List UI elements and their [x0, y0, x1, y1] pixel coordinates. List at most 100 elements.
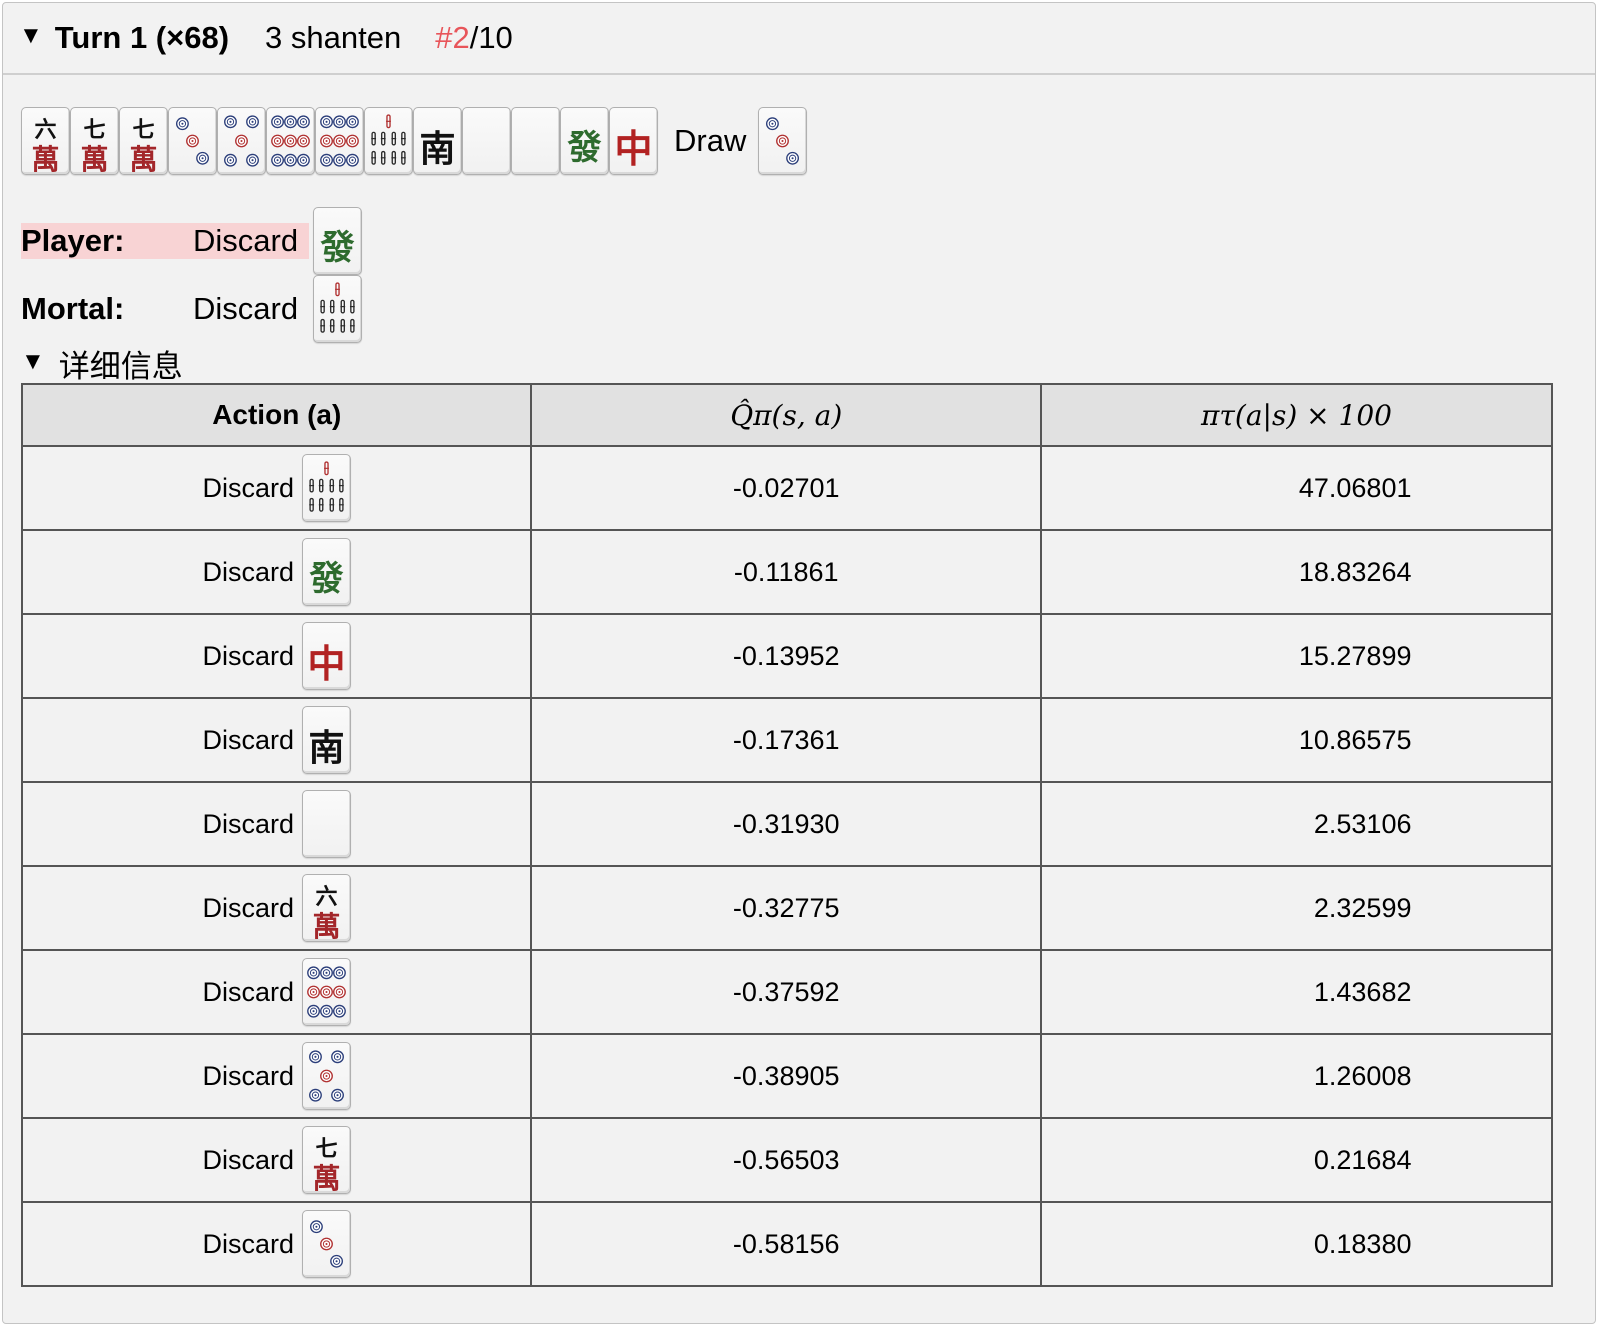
action-verb: Discard: [202, 556, 294, 587]
red-dragon-tile-icon: 中: [302, 622, 351, 690]
9-pin-tile-icon: [302, 958, 351, 1026]
collapse-triangle-icon[interactable]: ▼: [19, 22, 43, 50]
q-value-cell: -0.31930: [530, 781, 1042, 867]
mortal-tile-slot: [313, 275, 362, 343]
q-value-cell: -0.58156: [530, 1201, 1042, 1287]
6-man-tile-icon: 六萬: [21, 107, 70, 176]
action-table: Action (a) Q̂π(s, a) πτ(a|s) × 100 Disca…: [20, 383, 1554, 1287]
7-man-tile-icon: 七萬: [70, 107, 119, 176]
white-dragon-tile-icon: [511, 107, 560, 175]
table-row: Discard -0.31930 2.53106: [20, 781, 1554, 867]
player-label: Player:: [21, 223, 125, 258]
action-verb: Discard: [202, 1060, 294, 1091]
mortal-verb: Discard: [193, 291, 299, 326]
q-value-cell: -0.02701: [530, 445, 1042, 531]
policy-cell: 1.26008: [1039, 1033, 1554, 1119]
3-pin-tile-icon: [302, 1210, 351, 1278]
hand-tiles: 六萬七萬七萬 南 發中 Draw: [21, 107, 808, 176]
q-value-cell: -0.38905: [530, 1033, 1042, 1119]
7-man-tile-icon: 七萬: [119, 107, 168, 176]
action-verb: Discard: [202, 892, 294, 923]
draw-label: Draw: [674, 123, 747, 158]
q-value-cell: -0.56503: [530, 1117, 1042, 1203]
table-row: Discard -0.02701 47.06801: [20, 445, 1554, 531]
table-row: Discard 中 -0.13952 15.27899: [20, 613, 1554, 699]
white-dragon-tile-icon: [462, 107, 511, 175]
action-cell: Discard 中: [20, 613, 533, 699]
q-value-cell: -0.17361: [530, 697, 1042, 783]
south-wind-tile-icon: 南: [302, 706, 351, 774]
collapse-triangle-icon[interactable]: ▼: [21, 348, 45, 376]
8-sou-tile-icon: [364, 107, 413, 175]
policy-cell: 0.18380: [1039, 1201, 1554, 1287]
policy-cell: 18.83264: [1039, 529, 1554, 615]
action-verb: Discard: [202, 1144, 294, 1175]
header-action: Action (a): [20, 383, 533, 447]
action-cell: Discard 六萬: [20, 865, 533, 951]
9-pin-tile-icon: [315, 107, 364, 175]
details-label: 详细信息: [58, 349, 183, 384]
table-header-row: Action (a) Q̂π(s, a) πτ(a|s) × 100: [20, 383, 1554, 447]
action-verb: Discard: [202, 472, 294, 503]
action-cell: Discard 發: [20, 529, 533, 615]
shanten-label: 3 shanten: [265, 20, 402, 55]
policy-cell: 0.21684: [1039, 1117, 1554, 1203]
action-verb: Discard: [202, 640, 294, 671]
policy-cell: 47.06801: [1039, 445, 1554, 531]
policy-cell: 10.86575: [1039, 697, 1554, 783]
action-cell: Discard 七萬: [20, 1117, 533, 1203]
5-pin-tile-icon: [302, 1042, 351, 1110]
3-pin-tile-icon: [168, 107, 217, 175]
rank-label: #2/10: [435, 20, 513, 56]
table-row: Discard -0.37592 1.43682: [20, 949, 1554, 1035]
white-dragon-tile-icon: [302, 790, 351, 858]
action-cell: Discard: [20, 1033, 533, 1119]
table-row: Discard 南 -0.17361 10.86575: [20, 697, 1554, 783]
red-dragon-tile-icon: 中: [609, 107, 658, 175]
rank-total: /10: [469, 20, 513, 55]
q-value-cell: -0.11861: [530, 529, 1042, 615]
8-sou-tile-icon: [302, 454, 351, 522]
action-cell: Discard: [20, 445, 533, 531]
green-dragon-tile-icon: 發: [302, 538, 351, 606]
7-man-tile-icon: 七萬: [302, 1126, 351, 1195]
turn-summary[interactable]: ▼ Turn 1 (×68) 3 shanten #2/10: [3, 3, 1595, 75]
turn-panel: ▼ Turn 1 (×68) 3 shanten #2/10 六萬七萬七萬南發中…: [2, 2, 1596, 1324]
action-cell: Discard: [20, 781, 533, 867]
table-row: Discard 發 -0.11861 18.83264: [20, 529, 1554, 615]
policy-cell: 2.53106: [1039, 781, 1554, 867]
action-verb: Discard: [202, 724, 294, 755]
q-value-cell: -0.32775: [530, 865, 1042, 951]
6-man-tile-icon: 六萬: [302, 874, 351, 943]
9-pin-tile-icon: [266, 107, 315, 175]
action-cell: Discard 南: [20, 697, 533, 783]
turn-label: Turn 1 (×68): [54, 20, 230, 55]
policy-cell: 2.32599: [1039, 865, 1554, 951]
action-verb: Discard: [202, 1228, 294, 1259]
5-pin-tile-icon: [217, 107, 266, 175]
policy-cell: 1.43682: [1039, 949, 1554, 1035]
mortal-label: Mortal:: [21, 291, 125, 326]
player-action-row: Player: Discard 發: [21, 207, 362, 275]
3-pin-tile-icon: [758, 107, 808, 175]
action-verb: Discard: [202, 976, 294, 1007]
green-dragon-tile-icon: 發: [560, 107, 609, 175]
player-tile-slot: 發: [313, 207, 362, 275]
action-cell: Discard: [20, 949, 533, 1035]
table-row: Discard 六萬 -0.32775 2.32599: [20, 865, 1554, 951]
rank-number: #2: [435, 20, 470, 55]
policy-cell: 15.27899: [1039, 613, 1554, 699]
table-row: Discard -0.58156 0.18380: [20, 1201, 1554, 1287]
table-row: Discard 七萬 -0.56503 0.21684: [20, 1117, 1554, 1203]
details-summary[interactable]: ▼ 详细信息: [21, 341, 183, 386]
south-wind-tile-icon: 南: [413, 107, 462, 175]
header-policy: πτ(a|s) × 100: [1039, 383, 1554, 447]
q-value-cell: -0.13952: [530, 613, 1042, 699]
8-sou-tile-icon: [313, 275, 362, 343]
q-value-cell: -0.37592: [530, 949, 1042, 1035]
green-dragon-tile-icon: 發: [313, 207, 362, 275]
player-verb: Discard: [193, 223, 299, 258]
action-cell: Discard: [20, 1201, 533, 1287]
mortal-action-row: Mortal: Discard: [21, 275, 362, 343]
table-row: Discard -0.38905 1.26008: [20, 1033, 1554, 1119]
